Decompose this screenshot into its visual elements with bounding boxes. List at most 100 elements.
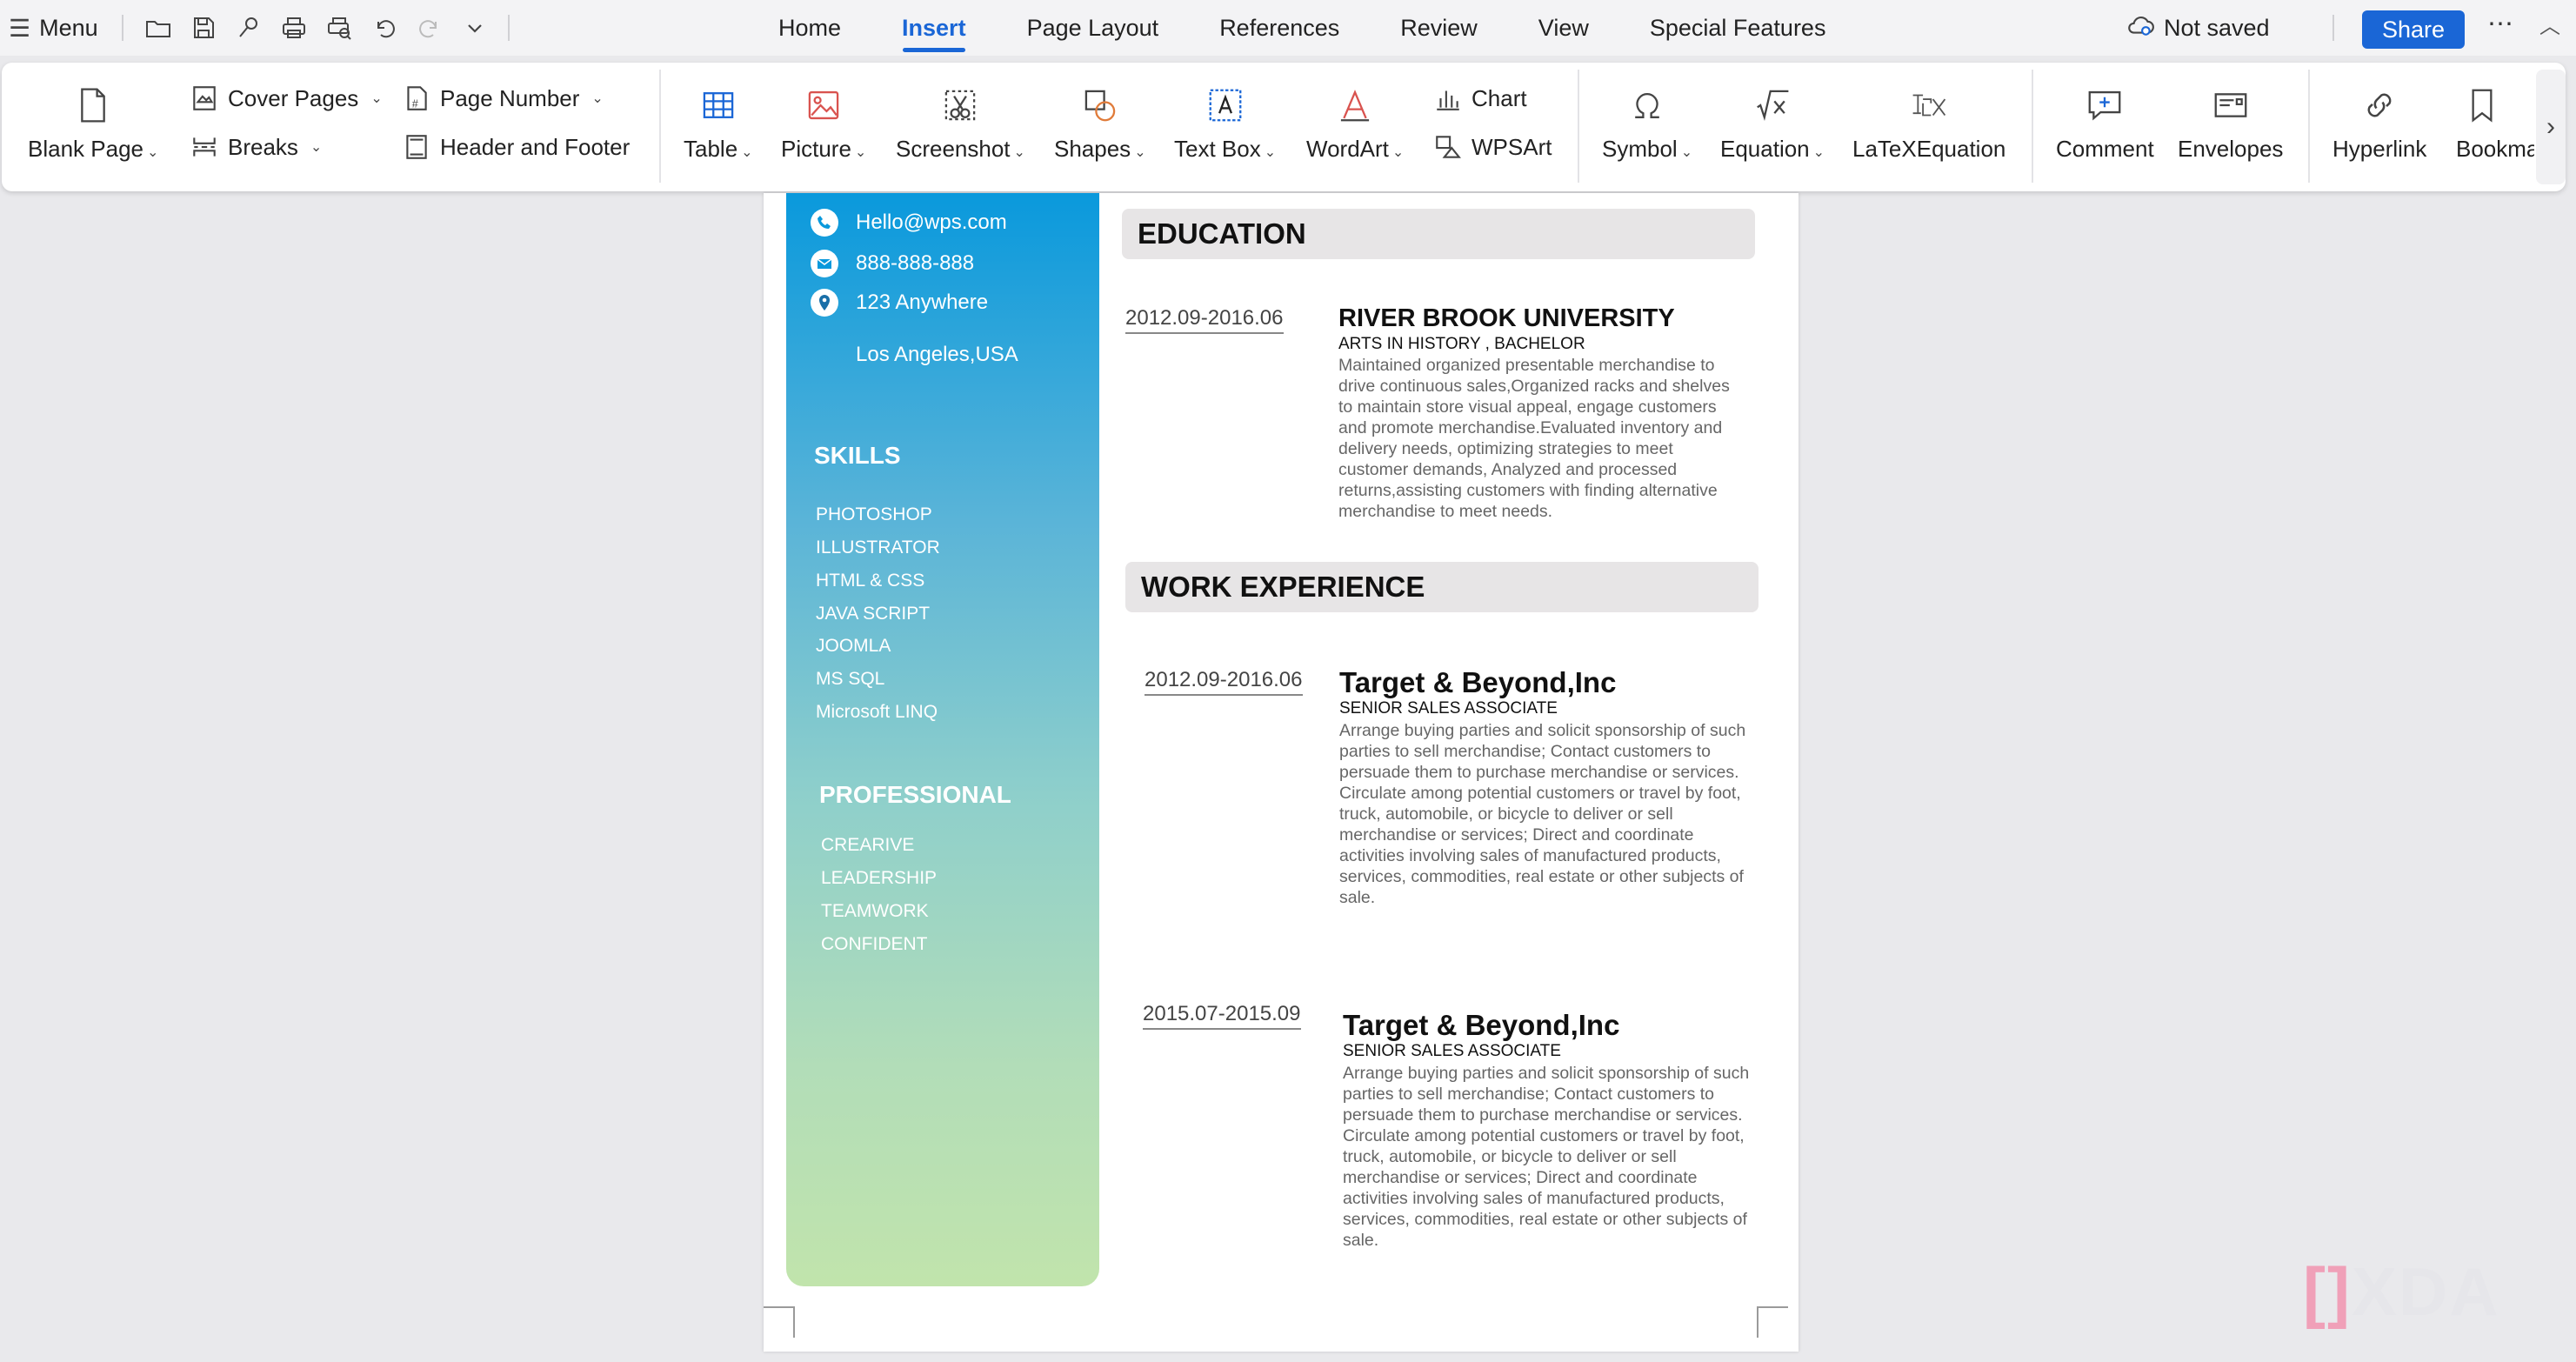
- ribbon-divider: [1578, 70, 1579, 183]
- work-experience-heading: WORK EXPERIENCE: [1125, 562, 1758, 612]
- tab-review[interactable]: Review: [1370, 0, 1508, 56]
- page-number-button[interactable]: # Page Number ⌄: [402, 83, 604, 113]
- undo-icon[interactable]: [365, 9, 404, 47]
- print-preview-icon[interactable]: [320, 9, 358, 47]
- education-date: 2012.09-2016.06: [1125, 306, 1284, 334]
- breaks-button[interactable]: Breaks ⌄: [190, 132, 322, 162]
- cover-pages-label: Cover Pages: [228, 84, 359, 111]
- screenshot-button[interactable]: Screenshot ⌄: [896, 82, 1025, 163]
- skill-item: JOOMLA: [816, 636, 891, 656]
- bookmark-button[interactable]: Bookma: [2456, 82, 2534, 163]
- picture-label: Picture: [781, 136, 851, 162]
- tab-page-layout[interactable]: Page Layout: [997, 0, 1190, 56]
- menu-label: Menu: [39, 14, 98, 41]
- collapse-ribbon-icon[interactable]: ︿: [2539, 9, 2560, 39]
- toolbar-divider: [2332, 15, 2334, 41]
- format-painter-icon[interactable]: [230, 9, 268, 47]
- professional-item: LEADERSHIP: [821, 868, 938, 888]
- redo-icon[interactable]: [410, 9, 449, 47]
- text-box-button[interactable]: Text Box ⌄: [1174, 82, 1276, 163]
- title-toolbar: ☰ Menu Home Insert Page Layout Reference…: [0, 0, 2576, 56]
- document-page[interactable]: Hello@wps.com 888-888-888 123 Anywhere L…: [764, 193, 1799, 1352]
- wordart-label: WordArt: [1306, 136, 1389, 162]
- tab-view[interactable]: View: [1508, 0, 1619, 56]
- chart-label: Chart: [1472, 84, 1527, 111]
- cover-pages-button[interactable]: Cover Pages ⌄: [190, 83, 383, 113]
- shapes-label: Shapes: [1054, 136, 1131, 162]
- tab-home[interactable]: Home: [748, 0, 871, 56]
- open-folder-icon[interactable]: [139, 9, 177, 47]
- share-button[interactable]: Share: [2362, 10, 2465, 49]
- header-footer-label: Header and Footer: [440, 133, 631, 160]
- save-icon[interactable]: [184, 9, 223, 47]
- tab-special-features[interactable]: Special Features: [1619, 0, 1857, 56]
- tab-references[interactable]: References: [1189, 0, 1370, 56]
- header-footer-button[interactable]: Header and Footer: [402, 132, 630, 162]
- phone-icon: [811, 209, 838, 237]
- address-line-2: Los Angeles,USA: [856, 343, 1018, 366]
- work-role: SENIOR SALES ASSOCIATE: [1343, 1042, 1561, 1060]
- blank-page-button[interactable]: Blank Page ⌄: [28, 82, 158, 163]
- quick-access-tools: [139, 9, 494, 47]
- symbol-label: Symbol: [1602, 136, 1678, 162]
- hyperlink-label: Hyperlink: [2332, 136, 2427, 162]
- skill-item: HTML & CSS: [816, 571, 925, 591]
- header-footer-icon: [406, 135, 427, 159]
- hyperlink-button[interactable]: Hyperlink: [2332, 82, 2426, 163]
- education-degree: ARTS IN HISTORY , BACHELOR: [1338, 335, 1585, 353]
- wpsart-button[interactable]: WPSArt: [1433, 132, 1552, 162]
- toolbar-divider: [122, 15, 123, 41]
- page-corner-mark: [764, 1306, 795, 1338]
- more-options-icon[interactable]: ⋯: [2487, 9, 2515, 39]
- save-status[interactable]: Not saved: [2126, 9, 2270, 47]
- latex-equation-button[interactable]: LaTeXEquation: [1852, 82, 2005, 163]
- latex-label: LaTeXEquation: [1852, 136, 2006, 162]
- work-description: Arrange buying parties and solicit spons…: [1343, 1064, 1750, 1250]
- screenshot-label: Screenshot: [896, 136, 1011, 162]
- chevron-down-icon[interactable]: [456, 9, 494, 47]
- blank-page-label: Blank Page: [28, 136, 143, 162]
- phone-text: 888-888-888: [856, 251, 975, 275]
- shapes-button[interactable]: Shapes ⌄: [1054, 82, 1146, 163]
- cloud-icon: [2126, 10, 2155, 46]
- table-button[interactable]: Table ⌄: [684, 82, 753, 163]
- tab-insert[interactable]: Insert: [871, 0, 997, 56]
- print-icon[interactable]: [275, 9, 313, 47]
- equation-icon: [1752, 82, 1792, 129]
- cover-pages-icon: [193, 86, 216, 110]
- text-box-icon: [1205, 82, 1245, 129]
- table-label: Table: [684, 136, 738, 162]
- comment-label: Comment: [2056, 136, 2154, 162]
- envelopes-button[interactable]: Envelopes: [2178, 82, 2283, 163]
- blank-page-icon: [73, 82, 113, 129]
- symbol-button[interactable]: Symbol ⌄: [1602, 82, 1692, 163]
- envelopes-label: Envelopes: [2178, 136, 2284, 162]
- skill-item: MS SQL: [816, 669, 885, 689]
- equation-button[interactable]: Equation ⌄: [1720, 82, 1825, 163]
- skill-item: ILLUSTRATOR: [816, 537, 940, 557]
- envelope-icon: [2211, 82, 2251, 129]
- menu-button[interactable]: ☰ Menu: [9, 9, 98, 47]
- wordart-icon: [1335, 82, 1375, 129]
- table-icon: [698, 82, 738, 129]
- professional-item: TEAMWORK: [821, 901, 929, 921]
- resume-sidebar: Hello@wps.com 888-888-888 123 Anywhere L…: [786, 193, 1099, 1286]
- save-status-label: Not saved: [2164, 14, 2270, 41]
- scissors-icon: [940, 82, 980, 129]
- ribbon-scroll-right-icon[interactable]: ›: [2536, 70, 2566, 184]
- skill-item: Microsoft LINQ: [816, 702, 938, 722]
- picture-button[interactable]: Picture ⌄: [781, 82, 866, 163]
- toolbar-divider: [508, 15, 510, 41]
- wordart-button[interactable]: WordArt ⌄: [1306, 82, 1404, 163]
- work-company: Target & Beyond,Inc: [1339, 666, 1617, 698]
- link-icon: [2359, 82, 2399, 129]
- chart-button[interactable]: Chart: [1433, 83, 1527, 113]
- omega-icon: [1627, 82, 1667, 129]
- work-date: 2012.09-2016.06: [1145, 668, 1303, 696]
- wpsart-label: WPSArt: [1472, 133, 1552, 160]
- work-description: Arrange buying parties and solicit spons…: [1339, 721, 1746, 907]
- skills-heading: SKILLS: [814, 442, 901, 469]
- address-line-1: 123 Anywhere: [856, 290, 989, 314]
- contact-address: 123 Anywhere: [811, 289, 988, 317]
- comment-button[interactable]: Comment: [2056, 82, 2154, 163]
